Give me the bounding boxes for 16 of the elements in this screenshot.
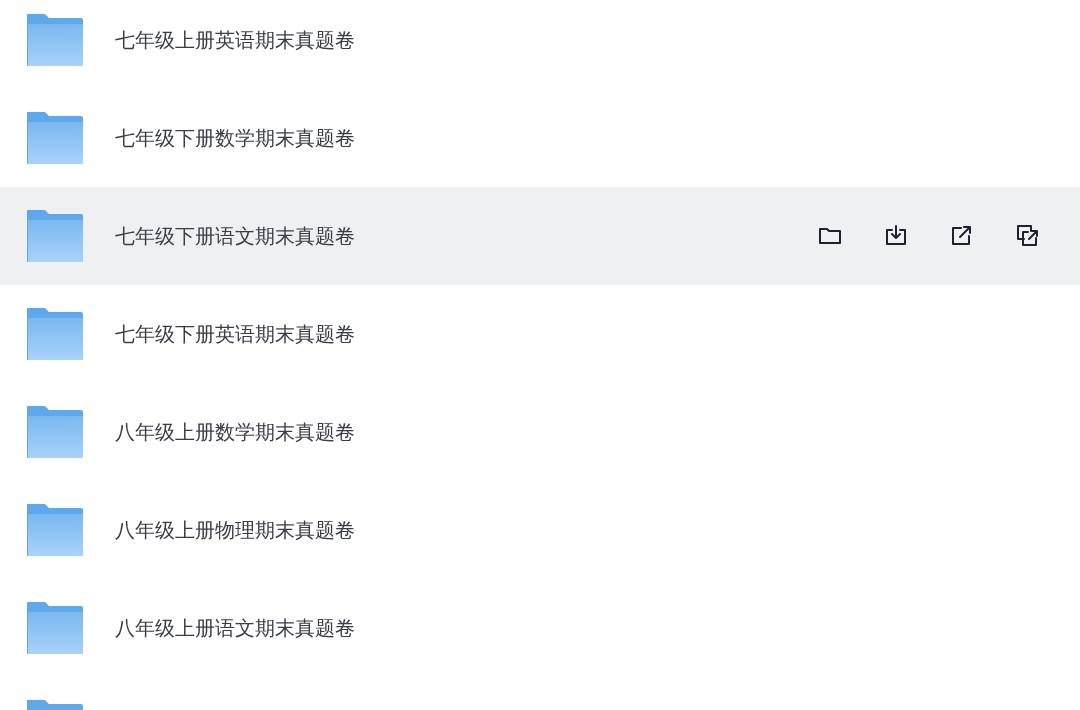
folder-name: 八年级上册物理期末真题卷 <box>115 516 356 544</box>
folder-icon <box>25 306 85 362</box>
folder-icon <box>25 600 85 656</box>
folder-icon <box>25 12 85 68</box>
folder-icon <box>25 502 85 558</box>
folder-name: 八年级上册语文期末真题卷 <box>115 614 356 642</box>
folder-name: 八年级上册数学期末真题卷 <box>115 418 356 446</box>
folder-icon <box>25 110 85 166</box>
folder-name: 七年级上册英语期末真题卷 <box>115 26 356 54</box>
folder-icon <box>25 208 85 264</box>
folder-name: 七年级下册语文期末真题卷 <box>115 222 356 250</box>
folder-icon <box>25 404 85 460</box>
folder-name: 七年级下册数学期末真题卷 <box>115 124 356 152</box>
folder-row[interactable]: 七年级下册语文期末真题卷 <box>0 187 1080 285</box>
copy-external-icon <box>1015 223 1041 249</box>
folder-name: 七年级下册英语期末真题卷 <box>115 320 356 348</box>
